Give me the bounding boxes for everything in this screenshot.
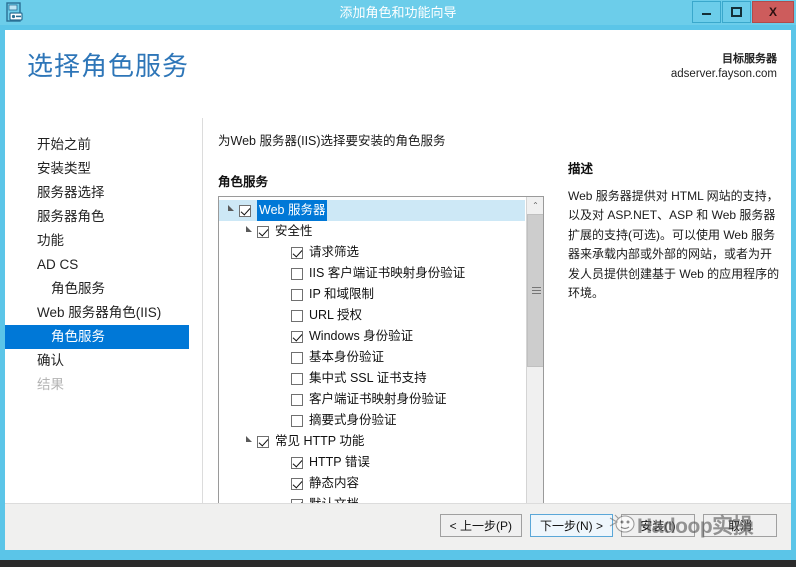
tree-row[interactable]: IIS 客户端证书映射身份验证 [219, 263, 525, 284]
checkbox-checked[interactable] [291, 477, 303, 490]
tree-item-label: 请求筛选 [309, 245, 360, 259]
wizard-footer: < 上一步(P) 下一步(N) > 安装(I) 取消 Hadoop实操 [5, 503, 791, 550]
sidebar-item[interactable]: 开始之前 [5, 133, 203, 157]
wizard-page: 选择角色服务 目标服务器 adserver.fayson.com 开始之前 安装类… [5, 30, 791, 550]
scrollbar-grip-icon [532, 286, 541, 295]
tree-row[interactable]: 客户端证书映射身份验证 [219, 389, 525, 410]
tree-row[interactable]: 常见 HTTP 功能 [219, 431, 525, 452]
scrollbar-thumb[interactable] [527, 214, 543, 367]
tree-row[interactable]: 安全性 [219, 221, 525, 242]
minimize-button[interactable] [692, 1, 721, 23]
role-services-tree[interactable]: Web 服务器安全性请求筛选 IIS 客户端证书映射身份验证 IP 和域限制 URL … [218, 196, 544, 533]
sidebar-item[interactable]: 角色服务 [5, 277, 203, 301]
wizard-window: 添加角色和功能向导 X 选择角色服务 目标服务器 adserver.fayson… [0, 0, 796, 560]
close-button[interactable]: X [752, 1, 794, 23]
footer-button[interactable]: < 上一步(P) [439, 514, 522, 537]
tree-items-container: Web 服务器安全性请求筛选 IIS 客户端证书映射身份验证 IP 和域限制 URL … [219, 197, 525, 515]
tree-item-label: 摘要式身份验证 [309, 413, 397, 427]
tree-item-label: URL 授权 [309, 308, 363, 322]
tree-row[interactable]: IP 和域限制 [219, 284, 525, 305]
sidebar-divider [202, 118, 203, 518]
checkbox-unchecked[interactable] [291, 267, 303, 280]
tree-item-label: Web 服务器 [257, 200, 328, 221]
window-title: 添加角色和功能向导 [339, 5, 457, 20]
checkbox-unchecked[interactable] [291, 393, 303, 406]
sidebar-item[interactable]: 服务器选择 [5, 181, 203, 205]
expander-expanded-icon[interactable] [241, 431, 257, 452]
expander-expanded-icon[interactable] [241, 221, 257, 242]
tree-row[interactable]: 基本身份验证 [219, 347, 525, 368]
sidebar-item[interactable]: 角色服务 [5, 325, 189, 349]
role-services-label: 角色服务 [218, 175, 269, 189]
tree-item-label: IP 和域限制 [309, 287, 375, 301]
window-controls: X [691, 1, 794, 23]
window-frame: 选择角色服务 目标服务器 adserver.fayson.com 开始之前 安装类… [0, 25, 796, 555]
checkbox-unchecked[interactable] [291, 372, 303, 385]
footer-buttons: < 上一步(P) 下一步(N) > 安装(I) 取消 [439, 514, 777, 537]
checkbox-unchecked[interactable] [291, 414, 303, 427]
target-server-label: 目标服务器 [722, 53, 777, 65]
tree-item-label: 客户端证书映射身份验证 [309, 392, 447, 406]
tree-item-label: HTTP 错误 [309, 455, 370, 469]
tree-item-label: 常见 HTTP 功能 [275, 434, 365, 448]
wizard-nav-sidebar: 开始之前 安装类型 服务器选择 服务器角色 功能 AD CS 角色服务 Web 服务器角色(I… [5, 110, 203, 520]
tree-row[interactable]: HTTP 错误 [219, 452, 525, 473]
description-title: 描述 [568, 162, 594, 176]
main-content: 为Web 服务器(IIS)选择要安装的角色服务 角色服务 Web 服务器安全性请… [218, 130, 548, 533]
checkbox-checked[interactable] [257, 225, 269, 238]
server-manager-icon [5, 2, 27, 23]
checkbox-checked[interactable] [291, 330, 303, 343]
scroll-up-arrow-icon[interactable]: ⌃ [527, 197, 543, 214]
tree-row[interactable]: 请求筛选 [219, 242, 525, 263]
footer-button[interactable]: 下一步(N) > [529, 514, 613, 537]
bottom-blue-strip [0, 553, 796, 560]
tree-row[interactable]: Windows 身份验证 [219, 326, 525, 347]
tree-row[interactable]: Web 服务器 [219, 200, 525, 221]
checkbox-checked[interactable] [291, 456, 303, 469]
checkbox-checked[interactable] [257, 435, 269, 448]
tree-item-label: Windows 身份验证 [309, 329, 414, 343]
instruction-text: 为Web 服务器(IIS)选择要安装的角色服务 [218, 134, 446, 148]
sidebar-item: 结果 [37, 377, 64, 392]
checkbox-unchecked[interactable] [291, 288, 303, 301]
expander-expanded-icon[interactable] [223, 200, 239, 221]
tree-item-label: 基本身份验证 [309, 350, 385, 364]
tree-item-label: 集中式 SSL 证书支持 [309, 371, 427, 385]
tree-scrollbar[interactable]: ⌃ ⌄ [526, 197, 543, 532]
sidebar-item[interactable]: 安装类型 [5, 157, 203, 181]
tree-row[interactable]: 静态内容 [219, 473, 525, 494]
title-bar: 添加角色和功能向导 X [0, 0, 796, 25]
description-panel: 描述 Web 服务器提供对 HTML 网站的支持，以及对 ASP.NET、ASP… [568, 158, 782, 304]
checkbox-unchecked[interactable] [291, 309, 303, 322]
tree-item-label: 静态内容 [309, 476, 360, 490]
footer-button[interactable]: 安装(I) [621, 514, 695, 537]
description-body: Web 服务器提供对 HTML 网站的支持，以及对 ASP.NET、ASP 和 … [568, 189, 780, 301]
tree-row[interactable]: 集中式 SSL 证书支持 [219, 368, 525, 389]
sidebar-item[interactable]: Web 服务器角色(IIS) [5, 301, 203, 325]
checkbox-checked[interactable] [239, 204, 251, 217]
tree-row[interactable]: 摘要式身份验证 [219, 410, 525, 431]
page-title: 选择角色服务 [27, 51, 190, 81]
footer-button[interactable]: 取消 [703, 514, 777, 537]
tree-item-label: IIS 客户端证书映射身份验证 [309, 266, 466, 280]
maximize-button[interactable] [722, 1, 751, 23]
target-server-info: 目标服务器 adserver.fayson.com [671, 52, 777, 82]
sidebar-item[interactable]: 服务器角色 [5, 205, 203, 229]
checkbox-unchecked[interactable] [291, 351, 303, 364]
bottom-dark-strip [0, 560, 796, 567]
sidebar-item[interactable]: AD CS [5, 253, 203, 277]
checkbox-checked[interactable] [291, 246, 303, 259]
target-server-name: adserver.fayson.com [670, 67, 777, 80]
tree-row[interactable]: URL 授权 [219, 305, 525, 326]
sidebar-item[interactable]: 功能 [5, 229, 203, 253]
sidebar-item[interactable]: 确认 [5, 349, 203, 373]
tree-item-label: 安全性 [275, 224, 313, 238]
